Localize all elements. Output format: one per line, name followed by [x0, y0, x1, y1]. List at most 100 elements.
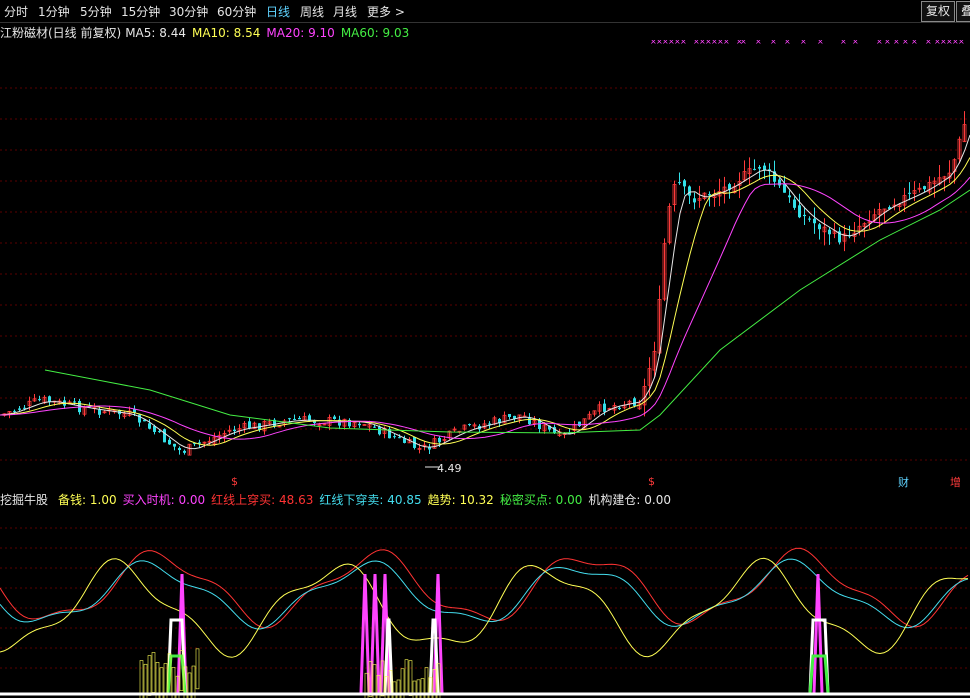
candle-body — [788, 195, 791, 198]
ma60-label: MA60: 9.03 — [340, 26, 410, 40]
candle-body — [793, 199, 796, 208]
candle-body — [248, 421, 251, 429]
candle-body — [178, 448, 181, 451]
signal-marker: × — [770, 40, 777, 46]
secret-buy-box — [166, 654, 187, 694]
period-tab-60min[interactable]: 60分钟 — [217, 3, 256, 20]
signal-marker: × — [852, 40, 859, 46]
candle-body — [693, 198, 696, 203]
restore-rights-button[interactable]: 复权 — [921, 1, 956, 22]
candle-body — [633, 398, 636, 406]
signal-marker: × — [680, 40, 687, 46]
candle-body — [148, 423, 151, 429]
candle-body — [183, 450, 186, 453]
signal-marker: × — [902, 40, 909, 46]
ma5-label: MA5: 8.44 — [125, 26, 186, 40]
ma10-line — [0, 157, 970, 446]
signal-marker: × — [925, 40, 932, 46]
period-tab-30min[interactable]: 30分钟 — [169, 3, 208, 20]
fund-bar — [147, 655, 152, 696]
candle-body — [578, 421, 581, 427]
low-price-annotation: 4.49 — [437, 462, 462, 475]
indicator-name: 挖掘牛股 — [0, 493, 49, 507]
candle-body — [373, 426, 376, 428]
candle-body — [18, 408, 21, 410]
candle-body — [818, 224, 821, 230]
candle-body — [358, 423, 361, 426]
candle-body — [758, 167, 761, 169]
candle-body — [468, 424, 471, 426]
buy-spike — [812, 573, 824, 694]
period-tab-fenshi[interactable]: 分时 — [4, 3, 28, 20]
candle-body — [288, 418, 291, 420]
event-mark-dollar-2[interactable]: $ — [648, 475, 655, 488]
increase-mark[interactable]: 增 — [950, 474, 961, 490]
signal-marker: × — [784, 40, 791, 46]
fund-bar — [404, 659, 409, 695]
candle-body — [13, 410, 16, 412]
candle-body — [488, 423, 491, 425]
candle-body — [778, 179, 781, 186]
indicator-chart[interactable] — [0, 508, 970, 698]
signal-marker: × — [800, 40, 807, 46]
candle-body — [293, 418, 296, 420]
candle-body — [753, 168, 756, 170]
period-tab-1min[interactable]: 1分钟 — [38, 3, 70, 20]
signal-marker: × — [840, 40, 847, 46]
candle-body — [38, 399, 41, 401]
candle-body — [618, 407, 621, 410]
period-tab-weekly[interactable]: 周线 — [300, 3, 324, 20]
ma10-label: MA10: 8.54 — [191, 26, 261, 40]
ma5-line — [0, 134, 970, 450]
candle-body — [398, 437, 401, 439]
candle-body — [908, 192, 911, 194]
indicator-item-red-cross-up: 红线上穿买: 48.63 — [211, 493, 314, 507]
candle-body — [813, 218, 816, 224]
period-tab-monthly[interactable]: 月线 — [333, 3, 357, 20]
signal-marker: × — [958, 40, 965, 46]
period-tab-daily[interactable]: 日线 — [266, 3, 290, 20]
signal-marker: × — [876, 40, 883, 46]
period-tab-5min[interactable]: 5分钟 — [80, 3, 112, 20]
candle-body — [98, 409, 101, 415]
candle-body — [803, 214, 806, 217]
candlestick-chart[interactable]: × × × × × × × × × × × × ×× × × × × × × × × × × × × × × × × × × — [0, 40, 970, 490]
candle-body — [173, 443, 176, 447]
candle-body — [508, 413, 511, 417]
fund-bar — [139, 660, 144, 698]
period-toolbar: 分时 1分钟 5分钟 15分钟 30分钟 60分钟 日线 周线 月线 更多 > … — [0, 0, 970, 23]
period-more-menu[interactable]: 更多 > — [367, 3, 405, 20]
candle-body — [798, 205, 801, 218]
candle-body — [233, 429, 236, 432]
candle-body — [393, 436, 396, 438]
indicator-item-red-cross-down: 红线下穿卖: 40.85 — [319, 493, 422, 507]
indicator-item-institution: 机构建仓: 0.00 — [588, 493, 671, 507]
fund-bar — [408, 660, 413, 696]
candle-body — [198, 442, 201, 444]
ma20-line — [0, 176, 970, 440]
signal-marker: × — [755, 40, 762, 46]
ma60-line — [44, 189, 970, 434]
period-tab-15min[interactable]: 15分钟 — [121, 3, 160, 20]
candle-body — [168, 439, 171, 445]
fund-bar — [195, 648, 200, 690]
indicator-item-secret-buy: 秘密买点: 0.00 — [499, 493, 583, 507]
indicator-item-beiqian: 备钱: 1.00 — [58, 493, 117, 507]
event-mark-dollar-1[interactable]: $ — [231, 475, 238, 488]
candle-body — [708, 194, 711, 196]
candle-body — [23, 407, 26, 409]
overlay-button[interactable]: 叠 — [956, 1, 970, 22]
candle-body — [923, 186, 926, 190]
candle-body — [688, 186, 691, 196]
fund-bar — [151, 652, 156, 693]
signal-marker: × — [884, 40, 891, 46]
indicator-item-buy-timing: 买入时机: 0.00 — [122, 493, 206, 507]
candle-body — [158, 431, 161, 433]
indicator-legend: 挖掘牛股 备钱: 1.00 买入时机: 0.00 红线上穿买: 48.63 红线下穿卖:… — [0, 491, 677, 507]
candle-body — [378, 426, 381, 435]
finance-mark[interactable]: 财 — [898, 474, 909, 490]
stock-title: 江粉磁材(日线 前复权) — [0, 26, 122, 40]
indicator-item-trend: 趋势: 10.32 — [427, 493, 494, 507]
candle-body — [298, 417, 301, 420]
signal-marker: × — [817, 40, 824, 46]
